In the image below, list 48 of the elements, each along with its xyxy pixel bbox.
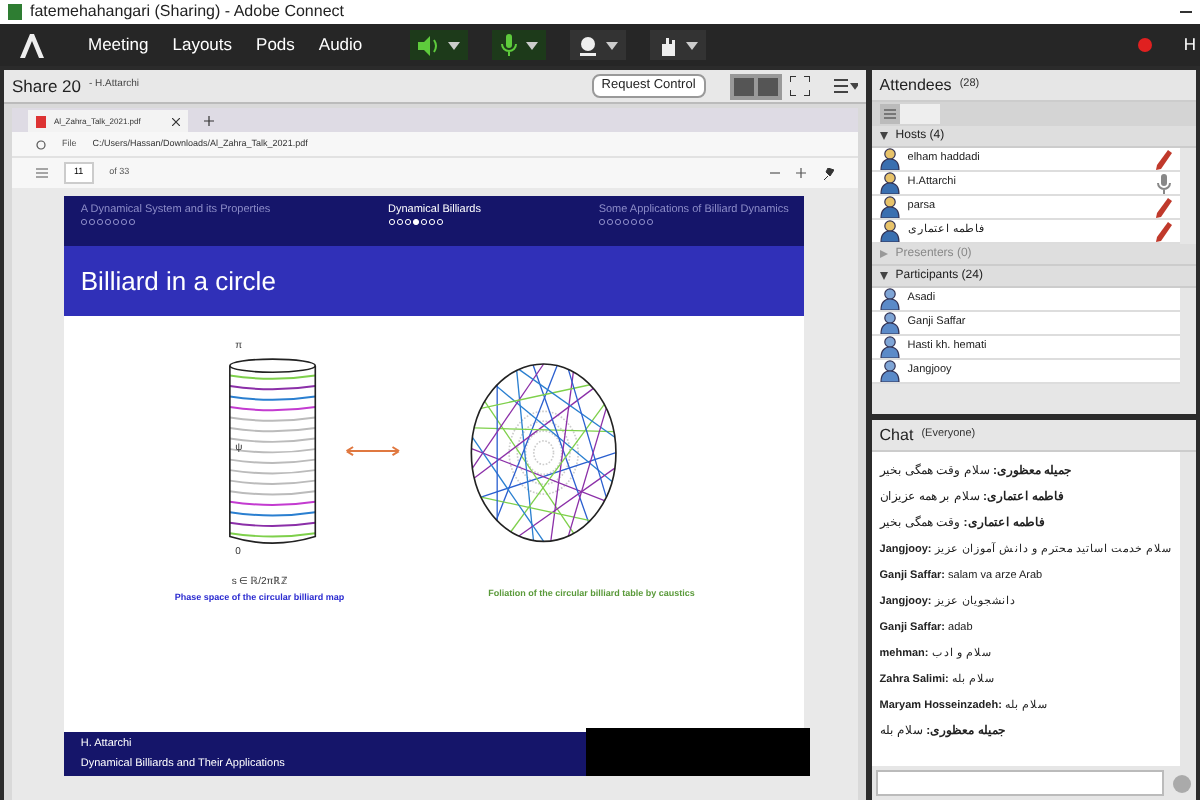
pod-title: Chat (879, 423, 914, 447)
menu-item[interactable]: Meeting (88, 32, 149, 58)
raise-hand-button[interactable] (650, 30, 707, 60)
fullscreen-icon[interactable] (789, 76, 810, 96)
close-icon[interactable] (172, 117, 180, 125)
caret-icon[interactable] (606, 41, 619, 49)
microphone-icon (1156, 173, 1172, 193)
speaker-toggle[interactable] (410, 30, 469, 60)
microphone-icon (500, 34, 519, 56)
caret-icon[interactable] (686, 41, 699, 49)
microphone-toggle[interactable] (492, 30, 547, 60)
new-tab-icon[interactable] (204, 115, 214, 125)
menu-icon[interactable] (833, 78, 858, 94)
minimize-icon[interactable] (1180, 6, 1192, 18)
menu-item[interactable]: Pods (256, 32, 295, 58)
caret-down-icon (879, 272, 888, 280)
person-icon (879, 360, 900, 382)
pdf-icon (36, 115, 46, 127)
person-icon (879, 148, 900, 170)
chat-input[interactable] (875, 770, 1164, 796)
layout-icon[interactable] (729, 73, 782, 99)
caret-icon[interactable] (526, 41, 539, 49)
speaker-icon (418, 35, 441, 55)
zoom-in-icon[interactable] (795, 168, 806, 178)
app-icon (8, 4, 22, 20)
pin-icon[interactable] (821, 167, 834, 179)
person-icon (879, 220, 900, 242)
menu-item[interactable]: Audio (318, 32, 363, 58)
zoom-out-icon[interactable] (769, 168, 780, 178)
person-icon (879, 288, 900, 310)
webcam-icon (578, 35, 599, 55)
caret-right-icon (879, 250, 888, 258)
person-icon (879, 172, 900, 194)
pod-title: Attendees (879, 73, 952, 97)
menu-item[interactable]: H (1183, 32, 1196, 58)
person-icon (879, 312, 900, 334)
caret-icon[interactable] (448, 41, 461, 49)
pod-title: Share 20 (12, 73, 81, 99)
webcam-button[interactable] (570, 30, 627, 60)
menu-item[interactable]: Layouts (172, 32, 233, 58)
hand-icon (658, 35, 679, 55)
person-icon (879, 336, 900, 358)
person-icon (879, 196, 900, 218)
caret-down-icon (879, 132, 888, 140)
view-options-icon[interactable] (879, 104, 940, 124)
pencil-icon (1156, 149, 1172, 169)
window-title: fatemehahangari (Sharing) - Adobe Connect (30, 4, 344, 20)
slide-title: Billiard in a circle (80, 263, 276, 300)
